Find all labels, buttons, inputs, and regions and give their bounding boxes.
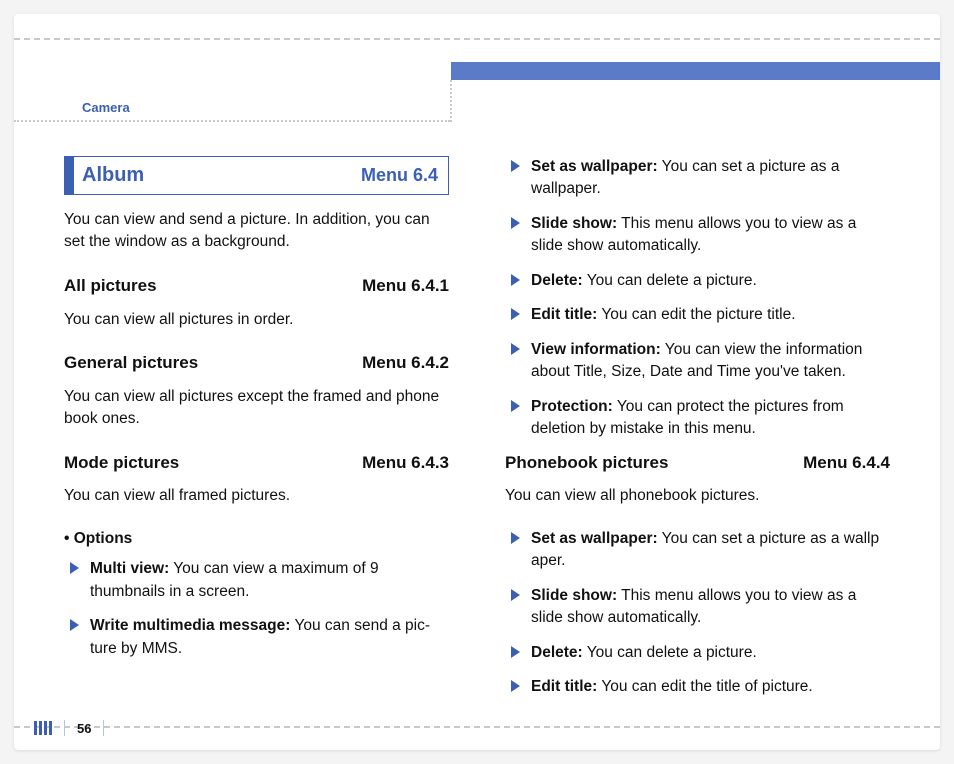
subhead-title: General pictures	[64, 351, 198, 376]
option-term: Edit title:	[531, 306, 597, 323]
phone-options-list: Set as wallpaper: You can set a picture …	[505, 528, 890, 699]
dotted-vertical-rule	[450, 80, 452, 122]
option-term: View information:	[531, 341, 661, 358]
list-item: View information: You can view the infor…	[509, 339, 890, 384]
list-item: Write multimedia message: You can send a…	[68, 615, 449, 660]
bullet-arrow-icon	[511, 217, 520, 229]
page: Camera Album Menu 6.4 You can view and s…	[14, 14, 940, 750]
heading-menu: Menu 6.4	[361, 162, 438, 188]
list-item: Edit title: You can edit the picture tit…	[509, 304, 890, 326]
bullet-arrow-icon	[511, 400, 520, 412]
subhead-title: Mode pictures	[64, 451, 179, 476]
list-item: Multi view: You can view a maximum of 9 …	[68, 558, 449, 603]
subhead-all-pictures: All pictures Menu 6.4.1	[64, 274, 449, 299]
footer-separator	[64, 720, 65, 736]
bullet-arrow-icon	[511, 646, 520, 658]
subhead-title: All pictures	[64, 274, 157, 299]
mode-pictures-desc: You can view all framed pictures.	[64, 485, 449, 507]
list-item: Slide show: This menu allows you to view…	[509, 213, 890, 258]
option-term: Set as wallpaper:	[531, 530, 658, 547]
option-term: Protection:	[531, 398, 613, 415]
general-pictures-desc: You can view all pictures except the fra…	[64, 386, 449, 431]
bullet-arrow-icon	[70, 562, 79, 574]
header-blue-bar	[451, 62, 940, 80]
subhead-general-pictures: General pictures Menu 6.4.2	[64, 351, 449, 376]
list-item: Delete: You can delete a picture.	[509, 642, 890, 664]
option-desc: You can edit the picture title.	[597, 306, 795, 323]
subhead-phonebook-pictures: Phonebook pictures Menu 6.4.4	[505, 451, 890, 476]
phonebook-pictures-desc: You can view all phonebook pictures.	[505, 485, 890, 507]
list-item: Set as wallpaper: You can set a picture …	[509, 528, 890, 573]
footer-separator	[103, 720, 104, 736]
option-term: Slide show:	[531, 587, 617, 604]
option-term: Write multimedia message:	[90, 617, 290, 634]
top-dashed-rule	[14, 38, 940, 40]
page-number: 56	[77, 721, 91, 736]
option-desc: You can delete a picture.	[583, 272, 757, 289]
subhead-menu: Menu 6.4.4	[803, 451, 890, 476]
subhead-title: Phonebook pictures	[505, 451, 668, 476]
section-heading: Album Menu 6.4	[64, 156, 449, 195]
subhead-menu: Menu 6.4.3	[362, 451, 449, 476]
list-item: Edit title: You can edit the title of pi…	[509, 676, 890, 698]
content-columns: Album Menu 6.4 You can view and send a p…	[64, 156, 890, 690]
bottom-dashed-rule	[14, 726, 940, 728]
subhead-mode-pictures: Mode pictures Menu 6.4.3	[64, 451, 449, 476]
intro-text: You can view and send a picture. In addi…	[64, 209, 449, 254]
bullet-arrow-icon	[70, 619, 79, 631]
bullet-arrow-icon	[511, 680, 520, 692]
bullet-arrow-icon	[511, 532, 520, 544]
list-item: Protection: You can protect the pictures…	[509, 396, 890, 441]
bullet-arrow-icon	[511, 308, 520, 320]
bullet-arrow-icon	[511, 274, 520, 286]
all-pictures-desc: You can view all pictures in order.	[64, 309, 449, 331]
subhead-menu: Menu 6.4.1	[362, 274, 449, 299]
bullet-arrow-icon	[511, 160, 520, 172]
option-term: Delete:	[531, 644, 583, 661]
list-item: Delete: You can delete a picture.	[509, 270, 890, 292]
option-desc: You can edit the title of picture.	[597, 678, 812, 695]
option-term: Set as wallpaper:	[531, 158, 658, 175]
option-term: Edit title:	[531, 678, 597, 695]
heading-title: Album	[82, 161, 144, 190]
list-item: Set as wallpaper: You can set a picture …	[509, 156, 890, 201]
option-term: Multi view:	[90, 560, 169, 577]
list-item: Slide show: This menu allows you to view…	[509, 585, 890, 630]
bullet-arrow-icon	[511, 589, 520, 601]
option-desc: You can delete a picture.	[583, 644, 757, 661]
section-label: Camera	[82, 100, 130, 115]
options-label: • Options	[64, 528, 449, 550]
option-term: Delete:	[531, 272, 583, 289]
subhead-menu: Menu 6.4.2	[362, 351, 449, 376]
bullet-arrow-icon	[511, 343, 520, 355]
footer-bars-icon	[34, 721, 52, 735]
page-footer: 56	[34, 720, 108, 736]
dotted-horizontal-rule	[14, 120, 450, 122]
option-term: Slide show:	[531, 215, 617, 232]
